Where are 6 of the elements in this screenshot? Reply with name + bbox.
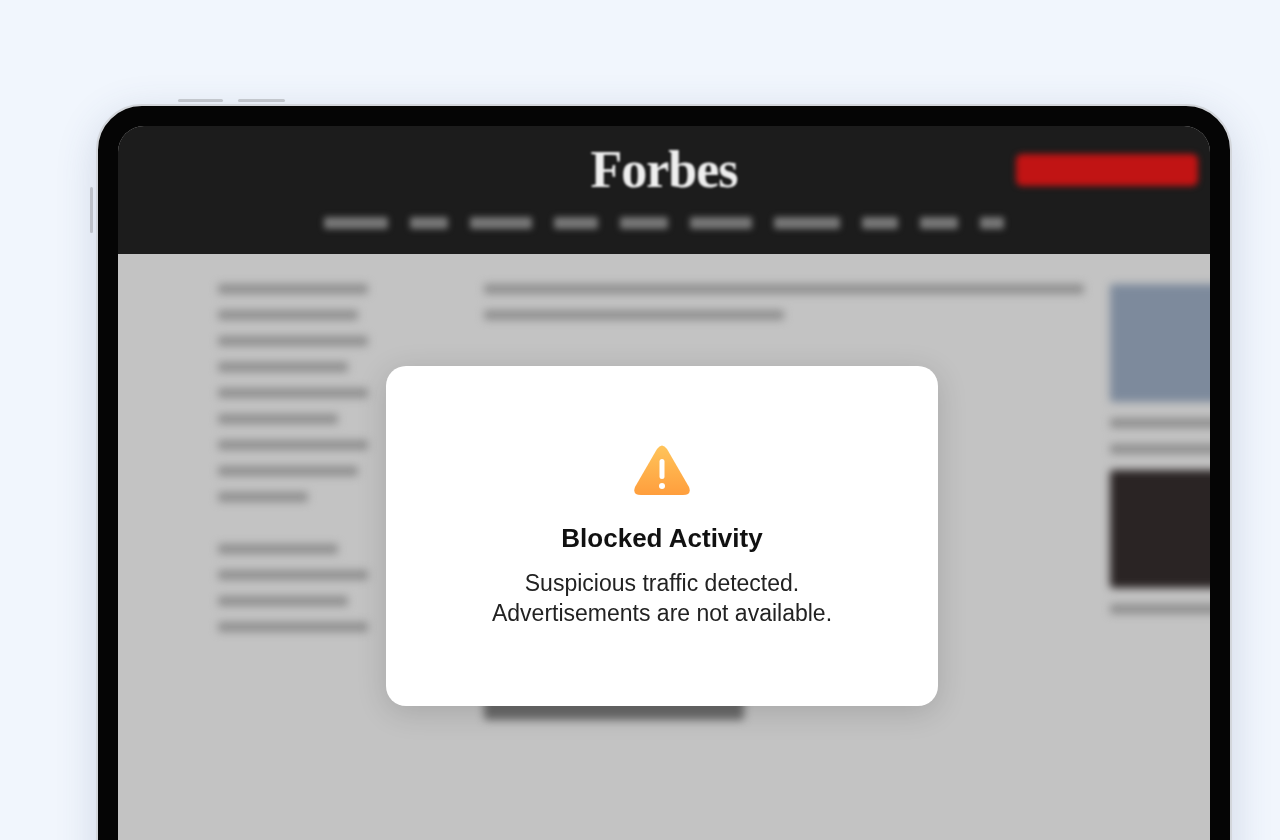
dialog-message: Advertisements are not available. [491,598,833,628]
dialog-title: Blocked Activity [561,522,763,554]
warning-icon [633,444,691,497]
site-logo: Forbes [590,140,738,199]
subscribe-button[interactable] [1016,154,1198,186]
dialog-message: Suspicious traffic detected. [523,568,801,598]
